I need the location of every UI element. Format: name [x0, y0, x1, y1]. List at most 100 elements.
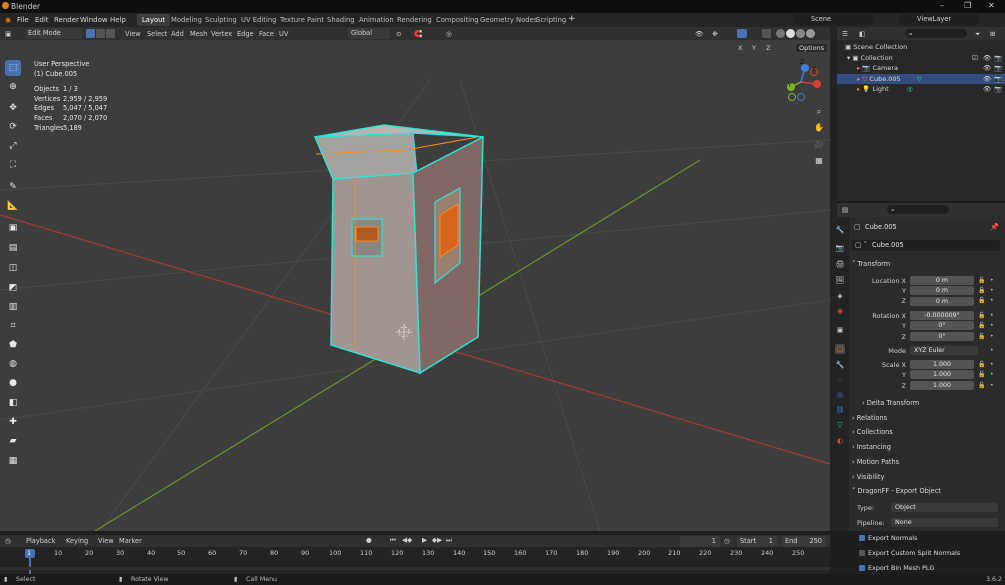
- keyframe-dot-icon[interactable]: •: [990, 371, 994, 378]
- tool-scale-icon[interactable]: ⤢: [5, 138, 21, 154]
- eye-icon[interactable]: 👁: [983, 63, 991, 73]
- rotation-y-field[interactable]: 0°: [910, 321, 974, 330]
- keyframe-dot-icon[interactable]: •: [990, 382, 994, 389]
- menu-keying[interactable]: Keying: [66, 537, 88, 545]
- start-frame-field[interactable]: Start 1: [737, 536, 777, 547]
- properties-search-input[interactable]: [887, 205, 949, 214]
- tool-annotate-icon[interactable]: ✎: [5, 179, 21, 195]
- export-custom-split-normals-checkbox[interactable]: Export Custom Split Normals: [859, 549, 960, 557]
- tool-move-icon[interactable]: ✥: [5, 100, 21, 116]
- particles-tab-icon[interactable]: ⁘: [835, 375, 845, 385]
- constraints-tab-icon[interactable]: ⛓: [835, 405, 845, 415]
- lock-icon[interactable]: 🔓: [978, 312, 985, 319]
- object-name-field[interactable]: ▢ ˅ Cube.005: [852, 240, 1000, 251]
- tool-rotate-icon[interactable]: ⟳: [5, 119, 21, 135]
- camera-view-icon[interactable]: 🎥: [812, 138, 826, 152]
- gizmo-toggle-icon[interactable]: ✥: [712, 30, 718, 38]
- modifier-tab-icon[interactable]: 🔧: [835, 360, 845, 370]
- lock-icon[interactable]: 🔓: [978, 382, 985, 389]
- view-layer-tab-icon[interactable]: 🖼: [835, 275, 845, 285]
- jump-start-icon[interactable]: ⏮: [390, 536, 396, 545]
- menu-add[interactable]: Add: [171, 30, 184, 38]
- world-tab-icon[interactable]: ◉: [835, 306, 845, 316]
- mesh-data-icon[interactable]: ▽: [917, 74, 922, 84]
- tool-extrude-icon[interactable]: ▤: [5, 240, 21, 256]
- add-workspace-icon[interactable]: +: [568, 14, 576, 24]
- physics-tab-icon[interactable]: ◎: [835, 390, 845, 400]
- lock-icon[interactable]: 🔓: [978, 333, 985, 340]
- record-icon[interactable]: ●: [366, 536, 372, 544]
- mesh-data-tab-icon[interactable]: ▽: [835, 420, 845, 430]
- tool-shrink-icon[interactable]: ✚: [5, 414, 21, 430]
- end-frame-field[interactable]: End 250: [782, 536, 826, 547]
- tool-loop-cut-icon[interactable]: ▥: [5, 299, 21, 315]
- camera-render-icon[interactable]: 📷: [994, 74, 1002, 84]
- menu-marker[interactable]: Marker: [119, 537, 142, 545]
- vending-machine-mesh[interactable]: [313, 124, 484, 375]
- checkbox-icon[interactable]: ☑: [972, 53, 978, 63]
- xray-icon[interactable]: [762, 29, 771, 38]
- gizmo-x-ball[interactable]: [813, 80, 821, 88]
- eye-icon[interactable]: 👁: [983, 74, 991, 84]
- object-tab-icon[interactable]: ▢: [835, 344, 845, 354]
- outliner-row[interactable]: ▣ Scene Collection: [837, 42, 1005, 52]
- keyframe-dot-icon[interactable]: •: [990, 347, 994, 354]
- perspective-grid-icon[interactable]: ▦: [812, 154, 826, 168]
- scale-y-field[interactable]: 1.000: [910, 370, 974, 379]
- lock-icon[interactable]: 🔓: [978, 371, 985, 378]
- keyframe-dot-icon[interactable]: •: [990, 297, 994, 304]
- menu-vertex[interactable]: Vertex: [211, 30, 232, 38]
- restore-icon[interactable]: ❐: [964, 1, 971, 10]
- transform-orientation[interactable]: Global: [348, 28, 390, 39]
- tool-add-cube-icon[interactable]: ▣: [5, 220, 21, 236]
- rotation-z-field[interactable]: 0°: [910, 332, 974, 341]
- overlays-icon[interactable]: [737, 29, 747, 38]
- output-tab-icon[interactable]: 🖨: [835, 259, 845, 269]
- tool-knife-icon[interactable]: ⌗: [5, 318, 21, 334]
- 3d-viewport[interactable]: X Z Y ⬚ ⊕ ✥ ⟳ ⤢ ⛶ ✎ 📐 ▣ ▤ ◫ ◩ ▥ ⌗ ⬟ ◍ ● …: [0, 40, 830, 531]
- pin-icon[interactable]: 📌: [990, 223, 999, 231]
- keyframe-dot-icon[interactable]: •: [990, 312, 994, 319]
- tool-inset-icon[interactable]: ◫: [5, 260, 21, 276]
- camera-render-icon[interactable]: 📷: [994, 53, 1002, 63]
- relations-panel[interactable]: › Relations: [852, 412, 1002, 424]
- filter-icon[interactable]: ⏷: [975, 30, 980, 39]
- scene-selector[interactable]: Scene: [793, 14, 873, 25]
- menu-uv[interactable]: UV: [279, 30, 288, 38]
- solid-shading-icon[interactable]: [786, 29, 795, 38]
- snap-icon[interactable]: 🧲: [414, 30, 422, 38]
- delta-transform-panel[interactable]: › Delta Transform: [862, 397, 1005, 409]
- pivot-icon[interactable]: ⊙: [396, 30, 402, 38]
- keyframe-dot-icon[interactable]: •: [990, 322, 994, 329]
- tool-spin-icon[interactable]: ◍: [5, 356, 21, 372]
- tool-shear-icon[interactable]: ▰: [5, 433, 21, 449]
- menu-mesh[interactable]: Mesh: [190, 30, 207, 38]
- lock-icon[interactable]: 🔓: [978, 297, 985, 304]
- tool-poly-build-icon[interactable]: ⬟: [5, 337, 21, 353]
- pan-hand-icon[interactable]: ✋: [812, 121, 826, 135]
- camera-render-icon[interactable]: 📷: [994, 84, 1002, 94]
- menu-edge[interactable]: Edge: [237, 30, 254, 38]
- outliner-search-input[interactable]: [905, 29, 967, 38]
- editor-type-icon[interactable]: ▣: [5, 30, 11, 38]
- menu-select[interactable]: Select: [147, 30, 167, 38]
- x-axis-toggle[interactable]: X: [738, 44, 742, 52]
- blender-menu-icon[interactable]: ◉: [5, 16, 11, 24]
- rendered-shading-icon[interactable]: [806, 29, 815, 38]
- material-shading-icon[interactable]: [796, 29, 805, 38]
- prev-keyframe-icon[interactable]: ◀◆: [402, 536, 412, 544]
- camera-render-icon[interactable]: 📷: [994, 63, 1002, 73]
- eye-icon[interactable]: 👁: [983, 84, 991, 94]
- location-y-field[interactable]: 0 m: [910, 286, 974, 295]
- menu-view[interactable]: View: [125, 30, 141, 38]
- scale-z-field[interactable]: 1.000: [910, 381, 974, 390]
- next-keyframe-icon[interactable]: ◆▶: [432, 536, 442, 544]
- visibility-panel[interactable]: › Visibility: [852, 471, 1002, 483]
- keyframe-dot-icon[interactable]: •: [990, 277, 994, 284]
- instancing-panel[interactable]: › Instancing: [852, 441, 1002, 453]
- location-x-field[interactable]: 0 m: [910, 276, 974, 285]
- transform-panel-header[interactable]: ˅ Transform: [852, 258, 1002, 270]
- outliner-row[interactable]: ▸ ▽ Cube.005 ▽ 👁 📷: [837, 74, 1005, 84]
- tool-smooth-icon[interactable]: ●: [5, 375, 21, 391]
- outliner-editor-icon[interactable]: ☰: [842, 30, 848, 38]
